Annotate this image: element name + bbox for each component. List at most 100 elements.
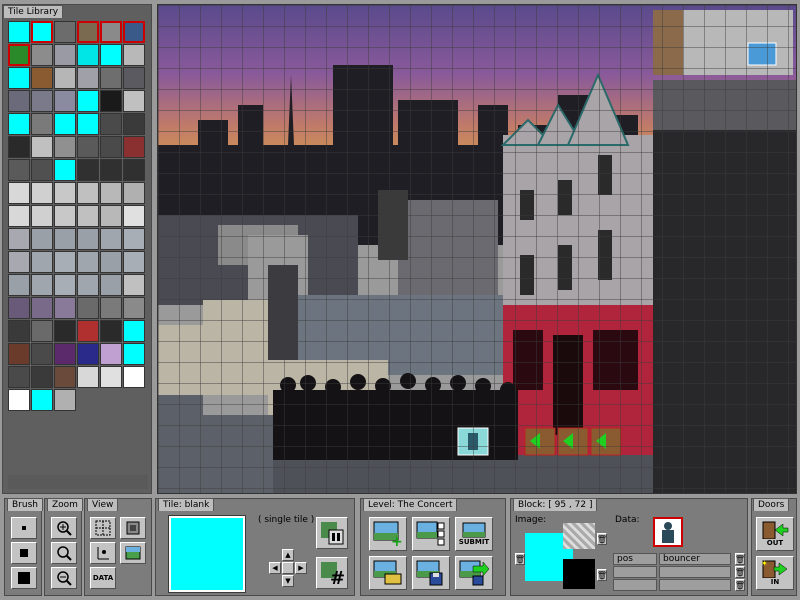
- level-open-button[interactable]: [369, 556, 407, 590]
- tile-library-item[interactable]: [77, 44, 99, 66]
- tile-library-item[interactable]: [8, 297, 30, 319]
- zoom-reset-button[interactable]: [51, 542, 77, 564]
- tile-library-item[interactable]: [54, 44, 76, 66]
- tile-library-item[interactable]: [8, 205, 30, 227]
- tile-library-item[interactable]: [8, 366, 30, 388]
- tile-library-item[interactable]: [8, 251, 30, 273]
- level-properties-button[interactable]: [412, 517, 450, 551]
- tile-library-item[interactable]: [31, 21, 53, 43]
- tile-library-item[interactable]: [8, 44, 30, 66]
- view-data-toggle[interactable]: DATA: [90, 567, 116, 589]
- tile-library-item[interactable]: [100, 113, 122, 135]
- tile-library-item[interactable]: [31, 205, 53, 227]
- tile-library-item[interactable]: [77, 182, 99, 204]
- tile-library-item[interactable]: [31, 389, 53, 411]
- tile-library-item[interactable]: [123, 320, 145, 342]
- tile-library-item[interactable]: [123, 136, 145, 158]
- tile-library-item[interactable]: [54, 251, 76, 273]
- tile-library-item[interactable]: [123, 297, 145, 319]
- tile-library-item[interactable]: [54, 343, 76, 365]
- tile-library-item[interactable]: [123, 182, 145, 204]
- tile-library-item[interactable]: [100, 366, 122, 388]
- block-data-value-1[interactable]: [659, 566, 731, 578]
- block-mask-delete-button[interactable]: 🗑: [597, 569, 607, 581]
- tile-library-item[interactable]: [31, 159, 53, 181]
- tile-library-item[interactable]: [77, 320, 99, 342]
- view-background-toggle[interactable]: [120, 542, 146, 564]
- tile-library-item[interactable]: [77, 205, 99, 227]
- tile-library-item[interactable]: [77, 251, 99, 273]
- block-row-1-delete-button[interactable]: 🗑: [735, 566, 745, 578]
- tile-library-item[interactable]: [8, 90, 30, 112]
- tile-library-item[interactable]: [100, 205, 122, 227]
- tile-down-button[interactable]: ▼: [282, 575, 294, 587]
- view-grid-toggle[interactable]: [90, 517, 116, 539]
- tile-library-item[interactable]: [54, 320, 76, 342]
- tile-library-item[interactable]: [31, 44, 53, 66]
- tile-library-item[interactable]: [100, 343, 122, 365]
- block-row-0-delete-button[interactable]: 🗑: [735, 553, 745, 565]
- tile-library-item[interactable]: [31, 90, 53, 112]
- tile-library-item[interactable]: [54, 228, 76, 250]
- block-data-icon[interactable]: [653, 517, 683, 547]
- tile-library-item[interactable]: [54, 21, 76, 43]
- tile-center-button[interactable]: [282, 562, 294, 574]
- tile-library-item[interactable]: [100, 44, 122, 66]
- tile-library-item[interactable]: [31, 274, 53, 296]
- tile-library-item[interactable]: [8, 113, 30, 135]
- block-data-value-2[interactable]: [659, 579, 731, 591]
- tile-library-item[interactable]: [100, 21, 122, 43]
- tile-library-item[interactable]: [31, 113, 53, 135]
- brush-medium-button[interactable]: [11, 542, 37, 564]
- tile-library-item[interactable]: [100, 182, 122, 204]
- tile-library-item[interactable]: [54, 136, 76, 158]
- tile-library-item[interactable]: [54, 159, 76, 181]
- tile-library-item[interactable]: [123, 44, 145, 66]
- tile-library-item[interactable]: [123, 251, 145, 273]
- tile-up-button[interactable]: ▲: [282, 549, 294, 561]
- block-data-key-2[interactable]: [613, 579, 657, 591]
- tile-library-item[interactable]: [100, 159, 122, 181]
- tile-library-item[interactable]: [123, 67, 145, 89]
- zoom-in-button[interactable]: [51, 517, 77, 539]
- tile-library-item[interactable]: [8, 343, 30, 365]
- tile-library-item[interactable]: [54, 205, 76, 227]
- tile-library-item[interactable]: [31, 67, 53, 89]
- block-overlay-delete-button[interactable]: 🗑: [597, 533, 607, 545]
- tile-library-item[interactable]: [54, 274, 76, 296]
- level-save-button[interactable]: [412, 556, 450, 590]
- block-row-2-delete-button[interactable]: 🗑: [735, 579, 745, 591]
- tile-library-item[interactable]: [100, 297, 122, 319]
- tile-library-item[interactable]: [54, 113, 76, 135]
- tile-library-item[interactable]: [100, 90, 122, 112]
- tile-library-item[interactable]: [77, 274, 99, 296]
- block-image-delete-button[interactable]: 🗑: [515, 553, 525, 565]
- tile-library-item[interactable]: [77, 90, 99, 112]
- tile-library-item[interactable]: [31, 320, 53, 342]
- tile-library-item[interactable]: [8, 182, 30, 204]
- tile-library-item[interactable]: [100, 251, 122, 273]
- tile-library-item[interactable]: [77, 159, 99, 181]
- tile-library-item[interactable]: [77, 343, 99, 365]
- tile-library-item[interactable]: [31, 182, 53, 204]
- tile-library-item[interactable]: [54, 182, 76, 204]
- view-layer-toggle[interactable]: [120, 517, 146, 539]
- tile-library-item[interactable]: [100, 274, 122, 296]
- tile-library-item[interactable]: [8, 228, 30, 250]
- tile-library-item[interactable]: [8, 389, 30, 411]
- tile-library-item[interactable]: [77, 136, 99, 158]
- brush-small-button[interactable]: [11, 517, 37, 539]
- level-new-button[interactable]: +: [369, 517, 407, 551]
- level-export-button[interactable]: [455, 556, 493, 590]
- tile-library-item[interactable]: [31, 297, 53, 319]
- door-out-button[interactable]: OUT: [756, 517, 794, 551]
- tile-right-button[interactable]: ▶: [295, 562, 307, 574]
- tile-library-item[interactable]: [100, 228, 122, 250]
- level-submit-button[interactable]: SUBMIT: [455, 517, 493, 551]
- tile-library-item[interactable]: [54, 67, 76, 89]
- tile-library-item[interactable]: [77, 366, 99, 388]
- tile-library-item[interactable]: [31, 228, 53, 250]
- tile-library-item[interactable]: [54, 366, 76, 388]
- tile-library-item[interactable]: [123, 343, 145, 365]
- tile-library-item[interactable]: [77, 228, 99, 250]
